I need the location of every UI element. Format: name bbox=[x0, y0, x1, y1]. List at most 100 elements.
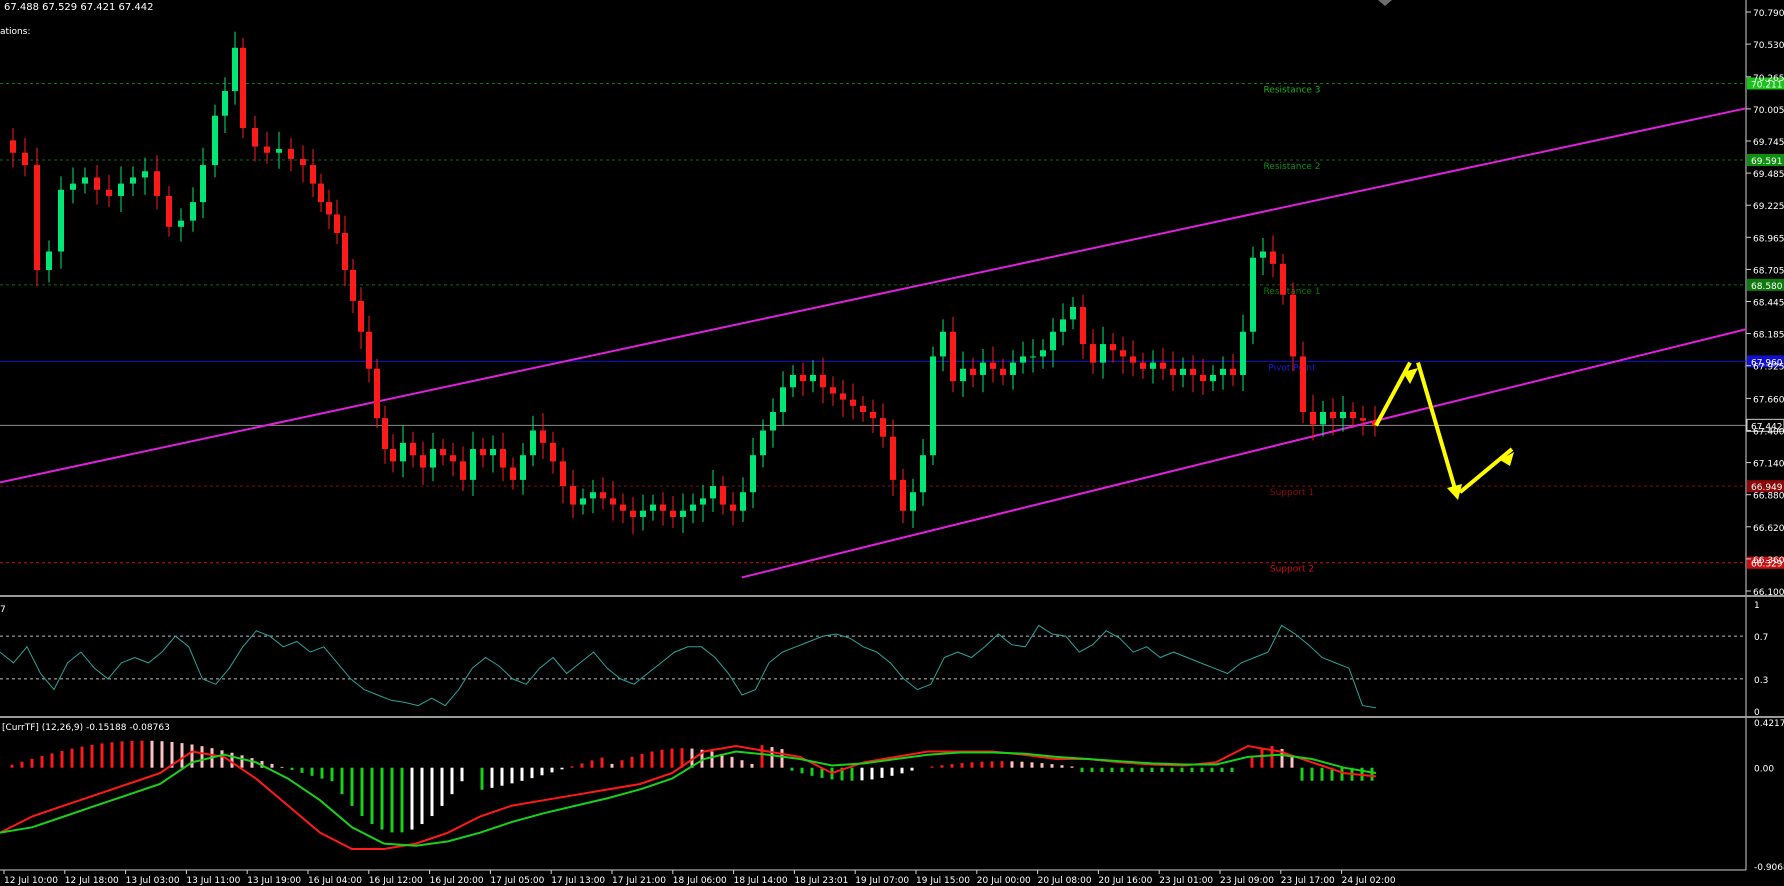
price-tick-label: 68.445 bbox=[1753, 299, 1784, 309]
candle-body bbox=[1200, 374, 1206, 382]
macd-tick-label: 0.42176 bbox=[1754, 719, 1784, 729]
time-tick-label: 20 Jul 08:00 bbox=[1038, 876, 1092, 886]
candle-body bbox=[500, 449, 506, 468]
candle-body bbox=[1180, 368, 1186, 375]
candle-body bbox=[740, 492, 746, 511]
candle-body bbox=[450, 455, 456, 462]
time-tick-label: 13 Jul 03:00 bbox=[126, 876, 180, 886]
price-channel bbox=[0, 107, 1747, 579]
price-tick-label: 66.360 bbox=[1753, 556, 1784, 566]
candle-body bbox=[1110, 344, 1116, 351]
scroll-marker-icon[interactable] bbox=[1378, 0, 1392, 6]
candle-body bbox=[420, 455, 426, 468]
candle-body bbox=[440, 449, 446, 456]
candle-body bbox=[366, 331, 372, 369]
candle-body bbox=[232, 47, 238, 92]
osc-tick-label: 1 bbox=[1754, 601, 1760, 611]
candle-body bbox=[910, 492, 916, 511]
time-tick-label: 19 Jul 15:00 bbox=[916, 876, 970, 886]
level-price-label: 69.591 bbox=[1751, 157, 1783, 167]
level-label: Pivot Point bbox=[1268, 363, 1316, 373]
candle-body bbox=[690, 504, 696, 511]
level-price-label: 68.580 bbox=[1751, 282, 1783, 292]
time-tick-label: 23 Jul 17:00 bbox=[1281, 876, 1335, 886]
candle-body bbox=[580, 498, 586, 505]
candle-body bbox=[770, 411, 776, 431]
candle-body bbox=[390, 449, 396, 462]
candle-body bbox=[1150, 362, 1156, 369]
candle-body bbox=[1030, 356, 1036, 358]
candle-body bbox=[670, 510, 676, 517]
price-tick-label: 69.745 bbox=[1753, 138, 1784, 148]
candle-body bbox=[94, 177, 100, 190]
candle-body bbox=[710, 486, 716, 499]
candle-body bbox=[610, 498, 616, 505]
price-tick-label: 68.965 bbox=[1753, 234, 1784, 244]
forex-chart[interactable]: 67.488 67.529 67.421 67.442 ations: 7 [C… bbox=[0, 0, 1784, 886]
candle-body bbox=[1280, 263, 1286, 295]
candle-body bbox=[810, 374, 816, 382]
time-tick-label: 20 Jul 00:00 bbox=[977, 876, 1031, 886]
time-tick-label: 23 Jul 09:00 bbox=[1220, 876, 1274, 886]
time-tick-label: 17 Jul 05:00 bbox=[490, 876, 544, 886]
candle-body bbox=[410, 442, 416, 456]
candle-body bbox=[334, 214, 340, 233]
time-tick-label: 12 Jul 10:00 bbox=[4, 876, 58, 886]
candle-body bbox=[620, 504, 626, 511]
candle-body bbox=[430, 449, 436, 468]
candle-body bbox=[630, 510, 636, 517]
candle-body bbox=[600, 492, 606, 499]
candle-body bbox=[590, 492, 596, 499]
candle-body bbox=[1220, 368, 1226, 375]
candle-body bbox=[10, 140, 16, 153]
candle-body bbox=[750, 455, 756, 493]
macd-tick-label: -0.90685 bbox=[1754, 863, 1784, 873]
level-label: Support 1 bbox=[1270, 488, 1314, 498]
candle-body bbox=[700, 498, 706, 505]
candle-body bbox=[990, 362, 996, 369]
level-label: Resistance 2 bbox=[1263, 162, 1320, 172]
candle-body bbox=[1010, 362, 1016, 375]
time-tick-label: 18 Jul 06:00 bbox=[673, 876, 727, 886]
candle-body bbox=[560, 461, 566, 487]
candle-body bbox=[510, 467, 516, 480]
macd-label: [CurrTF] (12,26,9) -0.15188 -0.08763 bbox=[2, 723, 170, 733]
candle-body bbox=[1020, 356, 1026, 363]
candle-body bbox=[1210, 374, 1216, 382]
time-tick-label: 20 Jul 16:00 bbox=[1098, 876, 1152, 886]
candle-body bbox=[1140, 362, 1146, 369]
candle-body bbox=[900, 479, 906, 511]
candle-body bbox=[880, 418, 886, 437]
time-tick-label: 18 Jul 14:00 bbox=[734, 876, 788, 886]
candle-body bbox=[1160, 362, 1166, 369]
candle-body bbox=[1130, 356, 1136, 363]
candle-body bbox=[382, 418, 388, 450]
candle-body bbox=[650, 504, 656, 511]
candle-body bbox=[1340, 411, 1346, 419]
candle-body bbox=[950, 331, 956, 382]
candle-body bbox=[34, 165, 40, 271]
price-tick-label: 66.880 bbox=[1753, 492, 1784, 502]
candle-body bbox=[1360, 418, 1366, 421]
candle-body bbox=[288, 149, 294, 159]
candle-body bbox=[1290, 294, 1296, 357]
osc-tick-label: 0.7 bbox=[1754, 633, 1768, 643]
price-tick-label: 67.140 bbox=[1753, 460, 1784, 470]
candle-body bbox=[940, 331, 946, 357]
price-tick-label: 70.265 bbox=[1753, 74, 1784, 84]
candle-body bbox=[46, 251, 52, 271]
time-tick-label: 24 Jul 02:00 bbox=[1342, 876, 1396, 886]
candle-body bbox=[350, 270, 356, 301]
candle-body bbox=[840, 393, 846, 400]
candle-body bbox=[82, 177, 88, 184]
candle-body bbox=[200, 165, 206, 203]
forecast-arrow-segment bbox=[1458, 447, 1514, 494]
candle-body bbox=[720, 486, 726, 505]
candle-body bbox=[1260, 251, 1266, 258]
price-tick-label: 69.485 bbox=[1753, 170, 1784, 180]
candle-body bbox=[1230, 368, 1236, 375]
candle-body bbox=[1350, 411, 1356, 419]
candle-body bbox=[400, 442, 406, 462]
candle-body bbox=[374, 368, 380, 419]
candle-body bbox=[470, 449, 476, 480]
